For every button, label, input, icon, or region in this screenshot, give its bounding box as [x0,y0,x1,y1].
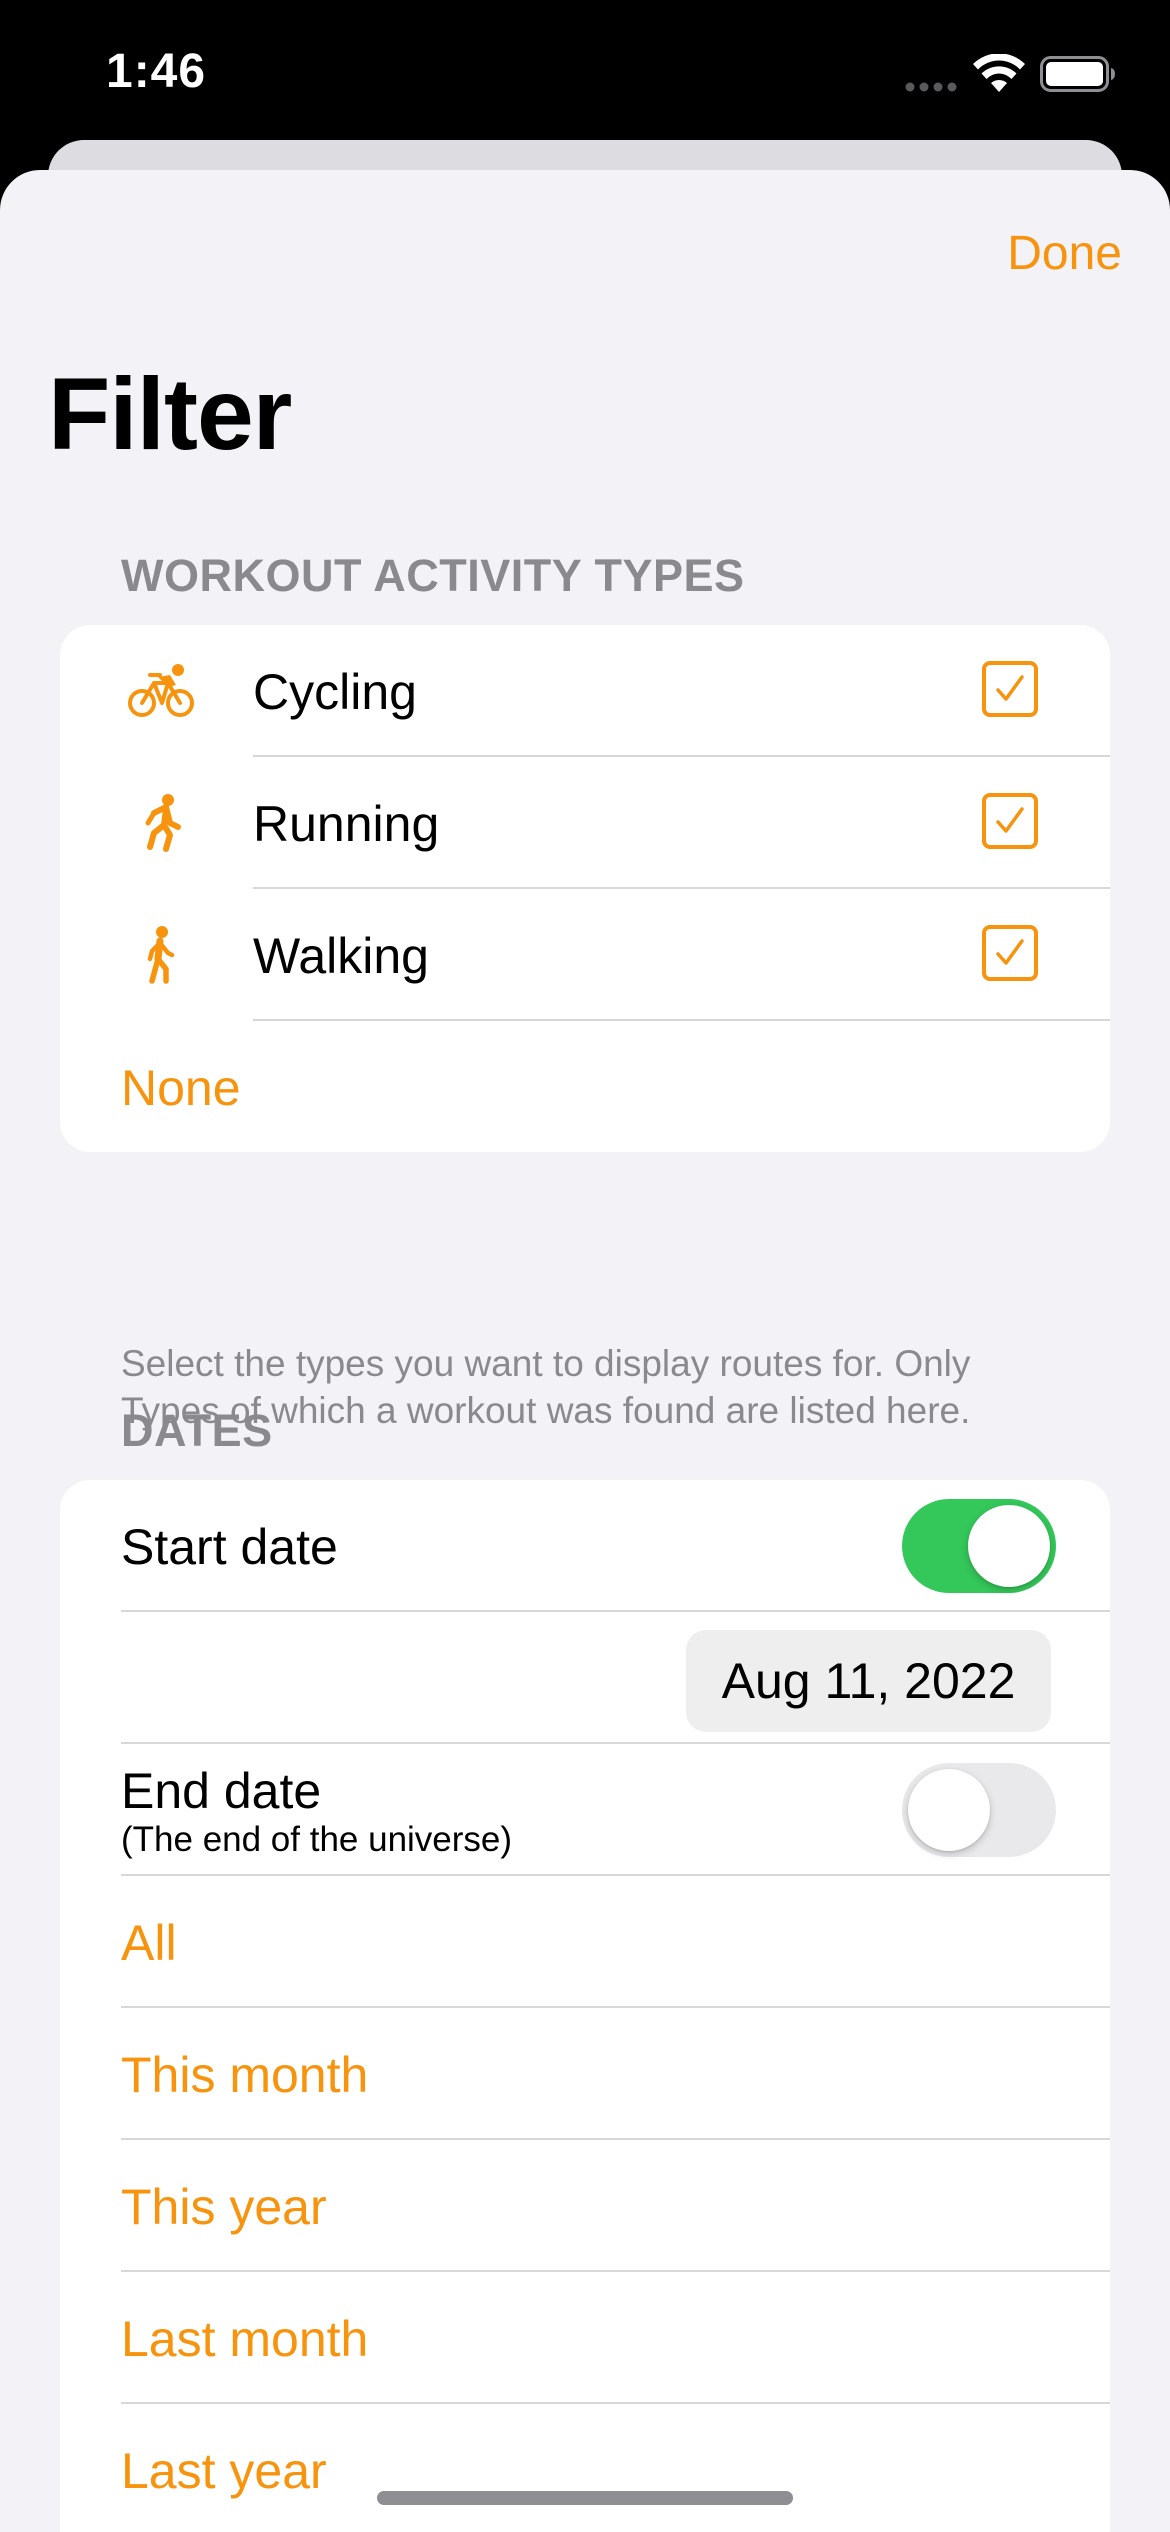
home-indicator[interactable] [377,2491,793,2505]
activity-row-walking[interactable]: Walking [60,889,1110,1021]
end-date-row: End date (The end of the universe) [60,1744,1110,1876]
dates-group: Start date Aug 11, 2022 End date (The en… [60,1480,1110,2532]
select-none-button[interactable]: None [121,1059,241,1117]
activity-label: Running [253,796,440,852]
battery-icon [1040,56,1115,92]
preset-row-this-month[interactable]: This month [60,2008,1110,2140]
running-figure-icon [145,794,181,852]
bicycle-icon [128,664,194,717]
end-date-label: End date [121,1763,322,1819]
cellular-signal-icon [905,82,957,92]
start-date-label: Start date [121,1519,338,1575]
screen: 1:46 Done Filter WORKOUT ACTIVITY TYPES [0,0,1170,2532]
checkmark-icon [996,939,1024,965]
start-date-toggle[interactable] [902,1499,1056,1593]
status-time: 1:46 [106,45,207,98]
start-date-row: Start date [60,1480,1110,1612]
preset-row-all[interactable]: All [60,1876,1110,2008]
start-date-picker[interactable]: Aug 11, 2022 [686,1630,1051,1732]
walking-figure-icon [147,926,175,984]
start-date-picker-row: Aug 11, 2022 [60,1612,1110,1744]
toggle-knob [908,1769,990,1851]
preset-row-last-year[interactable]: Last year [60,2404,1110,2532]
preset-last-year-button[interactable]: Last year [121,2442,327,2500]
status-bar: 1:46 [0,0,1170,150]
checkmark-icon [996,675,1024,701]
end-date-sublabel: (The end of the universe) [121,1820,513,1859]
activity-label: Cycling [253,664,417,720]
checkbox-walking[interactable] [982,925,1038,981]
done-button[interactable]: Done [1007,226,1122,281]
toggle-knob [968,1505,1050,1587]
activity-row-cycling[interactable]: Cycling [60,625,1110,757]
page-title: Filter [48,357,292,471]
filter-sheet: Done Filter WORKOUT ACTIVITY TYPES Cycli… [0,170,1170,2532]
checkmark-icon [996,807,1024,833]
preset-row-this-year[interactable]: This year [60,2140,1110,2272]
none-row[interactable]: None [60,1021,1110,1152]
section-header-dates: DATES [121,1405,273,1456]
end-date-toggle[interactable] [902,1763,1056,1857]
preset-this-year-button[interactable]: This year [121,2178,327,2236]
checkbox-running[interactable] [982,793,1038,849]
preset-last-month-button[interactable]: Last month [121,2310,368,2368]
preset-row-last-month[interactable]: Last month [60,2272,1110,2404]
preset-all-button[interactable]: All [121,1914,177,1972]
activity-row-running[interactable]: Running [60,757,1110,889]
wifi-icon [973,54,1025,92]
section-header-activity-types: WORKOUT ACTIVITY TYPES [121,550,745,601]
activity-label: Walking [253,928,429,984]
checkbox-cycling[interactable] [982,661,1038,717]
activity-types-group: Cycling Running Walking None [60,625,1110,1152]
preset-this-month-button[interactable]: This month [121,2046,368,2104]
